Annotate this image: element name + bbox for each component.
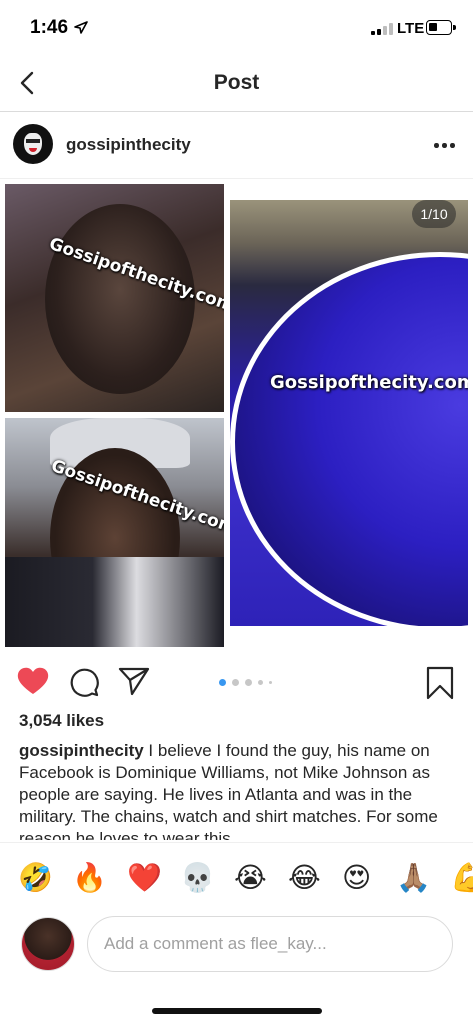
emoji-praying[interactable]: 🙏🏽 (396, 861, 431, 895)
comment-icon[interactable] (68, 666, 100, 698)
nav-bar: Post (0, 56, 473, 112)
image-counter-badge: 1/10 (412, 200, 456, 228)
collage-photo-3: Gossipofthecity.com (230, 200, 468, 626)
emoji-fire[interactable]: 🔥 (72, 861, 107, 895)
signal-icon (371, 23, 393, 35)
post-image[interactable]: Gossipofthecity.com Gossipofthecity.com … (0, 180, 473, 652)
post-header: gossipinthecity (0, 113, 473, 179)
share-send-icon[interactable] (118, 666, 150, 696)
action-bar (0, 652, 473, 710)
like-heart-icon[interactable] (16, 666, 50, 696)
likes-count[interactable]: 3,054 likes (19, 711, 104, 731)
emoji-joy[interactable]: 😂 (288, 861, 321, 895)
emoji-crying[interactable]: 😭 (234, 861, 267, 895)
emoji-skull[interactable]: 💀 (180, 861, 215, 895)
emoji-heart-eyes[interactable]: 😍 (342, 861, 371, 895)
watermark-text: Gossipofthecity.com (270, 372, 468, 393)
emoji-rofl[interactable]: 🤣 (18, 861, 53, 895)
caption-username[interactable]: gossipinthecity (19, 741, 144, 760)
battery-icon (426, 20, 456, 35)
page-title: Post (213, 71, 260, 94)
comment-input[interactable] (87, 916, 453, 972)
comment-composer (0, 914, 473, 984)
network-label: LTE (397, 20, 425, 37)
collage-photo-1: Gossipofthecity.com (5, 184, 224, 412)
quick-emoji-bar: 🤣 🔥 ❤️ 💀 😭 😂 😍 🙏🏽 💪 (0, 842, 473, 914)
status-bar: 1:46 LTE (0, 0, 473, 56)
post-caption: gossipinthecity I believe I found the gu… (19, 740, 459, 840)
location-arrow-icon (74, 21, 88, 34)
current-user-avatar (21, 917, 75, 971)
more-options-icon[interactable] (434, 143, 456, 149)
collage-photo-2: Gossipofthecity.com (5, 418, 224, 647)
post-author-username[interactable]: gossipinthecity (66, 135, 191, 155)
home-indicator[interactable] (152, 1008, 322, 1014)
emoji-muscle[interactable]: 💪 (450, 861, 473, 895)
bookmark-icon[interactable] (425, 666, 455, 700)
emoji-red-heart[interactable]: ❤️ (127, 861, 162, 895)
status-time: 1:46 (30, 17, 69, 38)
post-author-avatar[interactable] (13, 124, 53, 164)
carousel-indicator (219, 679, 279, 687)
